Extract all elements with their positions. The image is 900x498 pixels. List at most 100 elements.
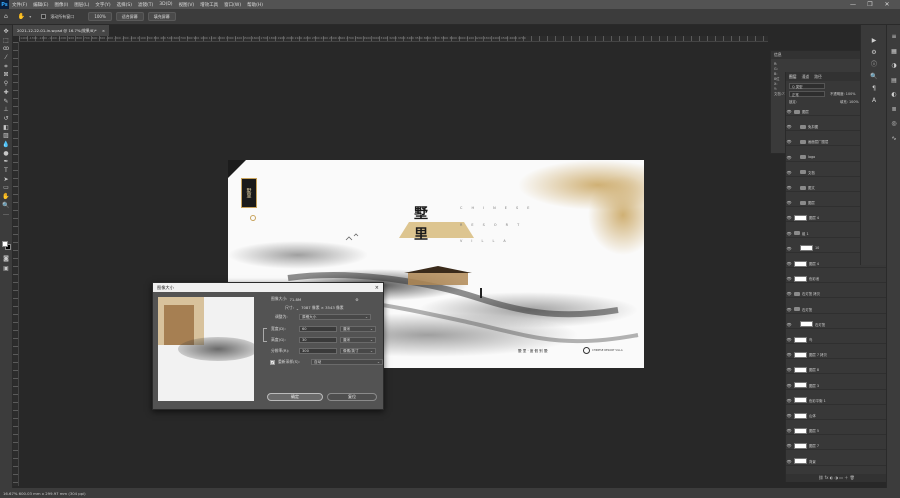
- chevron-down-icon[interactable]: ⌄: [296, 306, 299, 311]
- mid-dock-icon[interactable]: ⚙: [869, 49, 879, 59]
- dock-panel-icon[interactable]: ◎: [889, 120, 899, 130]
- zoom-tool-icon[interactable]: 🔍: [2, 202, 10, 210]
- foreground-color-swatch[interactable]: [2, 241, 8, 247]
- resample-checkbox[interactable]: ✓: [270, 359, 275, 365]
- brush-tool-icon[interactable]: ✎: [2, 98, 10, 106]
- visibility-eye-icon[interactable]: 👁: [786, 398, 792, 403]
- dock-panel-icon[interactable]: ∿: [889, 135, 899, 145]
- gradient-icon[interactable]: ▨: [2, 133, 10, 140]
- fit-to-select[interactable]: 原稿大小 ⌄: [299, 314, 371, 320]
- reset-button[interactable]: 复位: [327, 393, 377, 401]
- height-input[interactable]: 30: [299, 337, 337, 343]
- visibility-eye-icon[interactable]: 👁: [786, 109, 792, 114]
- visibility-eye-icon[interactable]: 👁: [786, 155, 792, 160]
- layer-row[interactable]: 👁 图层 7: [786, 442, 887, 451]
- frame-tool-icon[interactable]: ⊠: [2, 72, 10, 79]
- menu-item[interactable]: 图像(I): [51, 2, 71, 8]
- tab-layers[interactable]: 图层: [789, 74, 797, 80]
- layer-row[interactable]: 👁 色彩平衡 1: [786, 397, 887, 405]
- gear-icon[interactable]: ⚙: [355, 297, 358, 302]
- layer-row[interactable]: 👁 山体: [786, 412, 887, 420]
- menu-item[interactable]: 选择(S): [114, 2, 135, 8]
- visibility-eye-icon[interactable]: 👁: [786, 124, 792, 129]
- magic-wand-icon[interactable]: ⁄: [2, 55, 10, 62]
- tab-paths[interactable]: 路径: [814, 74, 822, 80]
- healing-brush-icon[interactable]: ✚: [2, 89, 10, 97]
- screen-mode-icon[interactable]: ▣: [2, 265, 10, 273]
- pen-tool-icon[interactable]: ✒: [2, 159, 10, 166]
- mid-dock-icon[interactable]: 🔍: [869, 73, 879, 83]
- type-tool-icon[interactable]: T: [2, 167, 10, 175]
- minimize-button[interactable]: —: [846, 0, 860, 9]
- crop-tool-icon[interactable]: ⌗: [2, 63, 10, 71]
- visibility-eye-icon[interactable]: 👁: [786, 139, 792, 144]
- visibility-eye-icon[interactable]: 👁: [786, 352, 792, 357]
- close-window-button[interactable]: ✕: [880, 0, 894, 9]
- layer-row[interactable]: 👁 色彩池: [786, 275, 887, 284]
- visibility-eye-icon[interactable]: 👁: [786, 276, 792, 281]
- quick-mask-icon[interactable]: ◙: [2, 255, 10, 263]
- lasso-tool-icon[interactable]: ꝏ: [2, 46, 10, 53]
- menu-item[interactable]: 帮助(H): [244, 2, 266, 8]
- path-select-icon[interactable]: ➤: [2, 176, 10, 184]
- visibility-eye-icon[interactable]: 👁: [786, 459, 792, 464]
- home-icon[interactable]: ⌂: [4, 13, 8, 20]
- visibility-eye-icon[interactable]: 👁: [786, 246, 792, 251]
- dock-panel-icon[interactable]: ≣: [889, 106, 899, 116]
- visibility-eye-icon[interactable]: 👁: [786, 383, 792, 388]
- fill-screen-button[interactable]: 填充屏幕: [147, 12, 176, 21]
- dodge-tool-icon[interactable]: ●: [2, 150, 10, 158]
- visibility-eye-icon[interactable]: 👁: [786, 428, 792, 433]
- layer-row[interactable]: 👁 图层 5: [786, 427, 887, 436]
- fill-control[interactable]: 填充: 100%: [840, 99, 859, 104]
- resample-select[interactable]: 自动 ⌄: [311, 359, 383, 365]
- dock-panel-icon[interactable]: ▤: [889, 77, 899, 87]
- menu-item[interactable]: 文件(F): [9, 2, 30, 8]
- dock-panel-icon[interactable]: ◐: [889, 91, 899, 101]
- chevron-down-icon[interactable]: ▾: [29, 14, 31, 19]
- mid-dock-icon[interactable]: A: [869, 97, 879, 107]
- height-unit-select[interactable]: 厘米 ⌄: [340, 337, 376, 343]
- ok-button[interactable]: 确定: [267, 393, 323, 401]
- visibility-eye-icon[interactable]: 👁: [786, 307, 792, 312]
- zoom-100-button[interactable]: 100%: [88, 12, 112, 21]
- shape-tool-icon[interactable]: ▭: [2, 185, 10, 192]
- dialog-preview[interactable]: [158, 297, 254, 401]
- menu-item[interactable]: 滤镜(T): [135, 2, 156, 8]
- constrain-link-icon[interactable]: [263, 328, 267, 342]
- eyedropper-icon[interactable]: ⚲: [2, 81, 10, 88]
- tab-close-icon[interactable]: ×: [102, 28, 105, 33]
- visibility-eye-icon[interactable]: 👁: [786, 185, 792, 190]
- layer-row[interactable]: 👁 石灯笼: [786, 321, 887, 329]
- width-unit-select[interactable]: 厘米 ⌄: [340, 326, 376, 332]
- blur-tool-icon[interactable]: 💧: [2, 141, 10, 149]
- mid-dock-icon[interactable]: ¶: [869, 85, 879, 95]
- layer-row[interactable]: 👁 背景: [786, 458, 887, 466]
- menu-item[interactable]: 编辑(E): [30, 2, 51, 8]
- layer-row[interactable]: 👁 图层 7 拷贝: [786, 351, 887, 360]
- history-brush-icon[interactable]: ↺: [2, 115, 10, 123]
- menu-item[interactable]: 视图(V): [176, 2, 198, 8]
- clone-stamp-icon[interactable]: ⊥: [2, 107, 10, 114]
- layer-row[interactable]: 👁 图层 8: [786, 366, 887, 375]
- dock-panel-icon[interactable]: ≡: [889, 33, 899, 43]
- layer-row[interactable]: 👁 图层 3: [786, 382, 887, 390]
- opacity-control[interactable]: 不透明度: 100%: [830, 91, 855, 96]
- visibility-eye-icon[interactable]: 👁: [786, 231, 792, 236]
- width-input[interactable]: 60: [299, 326, 337, 332]
- layer-row[interactable]: 👁 石灯笼 拷贝: [786, 290, 887, 299]
- visibility-eye-icon[interactable]: 👁: [786, 413, 792, 418]
- eraser-icon[interactable]: ◧: [2, 124, 10, 132]
- visibility-eye-icon[interactable]: 👁: [786, 291, 792, 296]
- more-tools-icon[interactable]: …: [2, 211, 10, 218]
- visibility-eye-icon[interactable]: 👁: [786, 337, 792, 342]
- visibility-eye-icon[interactable]: 👁: [786, 261, 792, 266]
- mid-dock-icon[interactable]: ▶: [869, 37, 879, 47]
- fit-screen-button[interactable]: 适合屏幕: [115, 12, 144, 21]
- menu-item[interactable]: 图层(L): [71, 2, 92, 8]
- layer-kind-filter[interactable]: Q 类型: [789, 83, 825, 89]
- layer-row[interactable]: 👁 石灯笼: [786, 306, 887, 314]
- marquee-tool-icon[interactable]: ⬚: [2, 37, 10, 45]
- visibility-eye-icon[interactable]: 👁: [786, 200, 792, 205]
- visibility-eye-icon[interactable]: 👁: [786, 215, 792, 220]
